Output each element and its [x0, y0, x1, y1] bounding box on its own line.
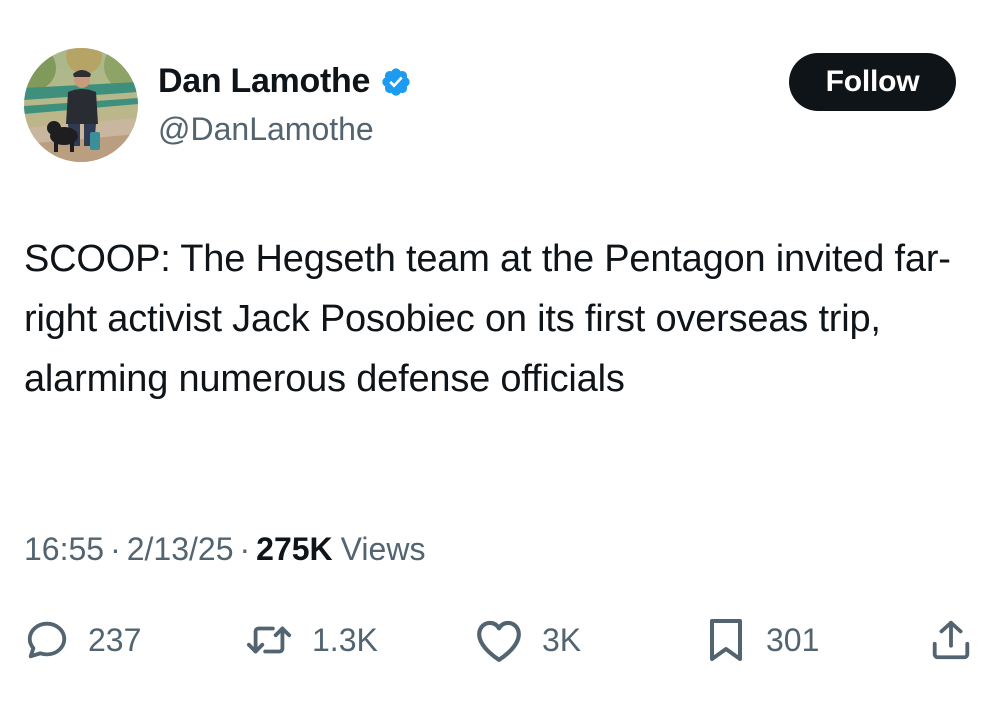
author-handle[interactable]: @DanLamothe [158, 111, 374, 148]
avatar-photo [24, 48, 138, 162]
reply-icon [24, 617, 70, 663]
bookmark-count: 301 [766, 621, 820, 658]
bookmark-button[interactable]: 301 [704, 612, 819, 668]
views-count[interactable]: 275K [256, 531, 333, 568]
follow-button[interactable]: Follow [789, 53, 956, 111]
avatar[interactable] [24, 48, 138, 162]
tweet-meta: 16:55 · 2/13/25 · 275K Views [24, 531, 425, 568]
tweet-text: SCOOP: The Hegseth team at the Pentagon … [24, 238, 951, 400]
retweet-button[interactable]: 1.3K [244, 612, 378, 668]
views-label[interactable]: Views [341, 531, 426, 568]
meta-separator: · [239, 531, 251, 567]
tweet-card: Dan Lamothe @DanLamothe Follow SCOOP: Th… [0, 0, 1000, 714]
share-icon [928, 617, 974, 663]
author-name-row[interactable]: Dan Lamothe [158, 62, 412, 101]
meta-separator: · [110, 531, 121, 567]
bookmark-icon [704, 616, 748, 664]
action-bar: 237 1.3K 3K 301 [0, 612, 1000, 668]
reply-button[interactable]: 237 [24, 612, 141, 668]
share-button[interactable] [928, 612, 974, 668]
like-button[interactable]: 3K [474, 612, 581, 668]
tweet-date[interactable]: 2/13/25 [127, 531, 234, 568]
heart-icon [474, 617, 524, 663]
author-display-name[interactable]: Dan Lamothe [158, 62, 370, 101]
reply-count: 237 [88, 621, 142, 658]
retweet-icon [244, 617, 294, 663]
like-count: 3K [542, 621, 582, 658]
verified-badge-icon [380, 66, 412, 98]
retweet-count: 1.3K [312, 621, 378, 658]
tweet-time[interactable]: 16:55 [24, 531, 104, 568]
